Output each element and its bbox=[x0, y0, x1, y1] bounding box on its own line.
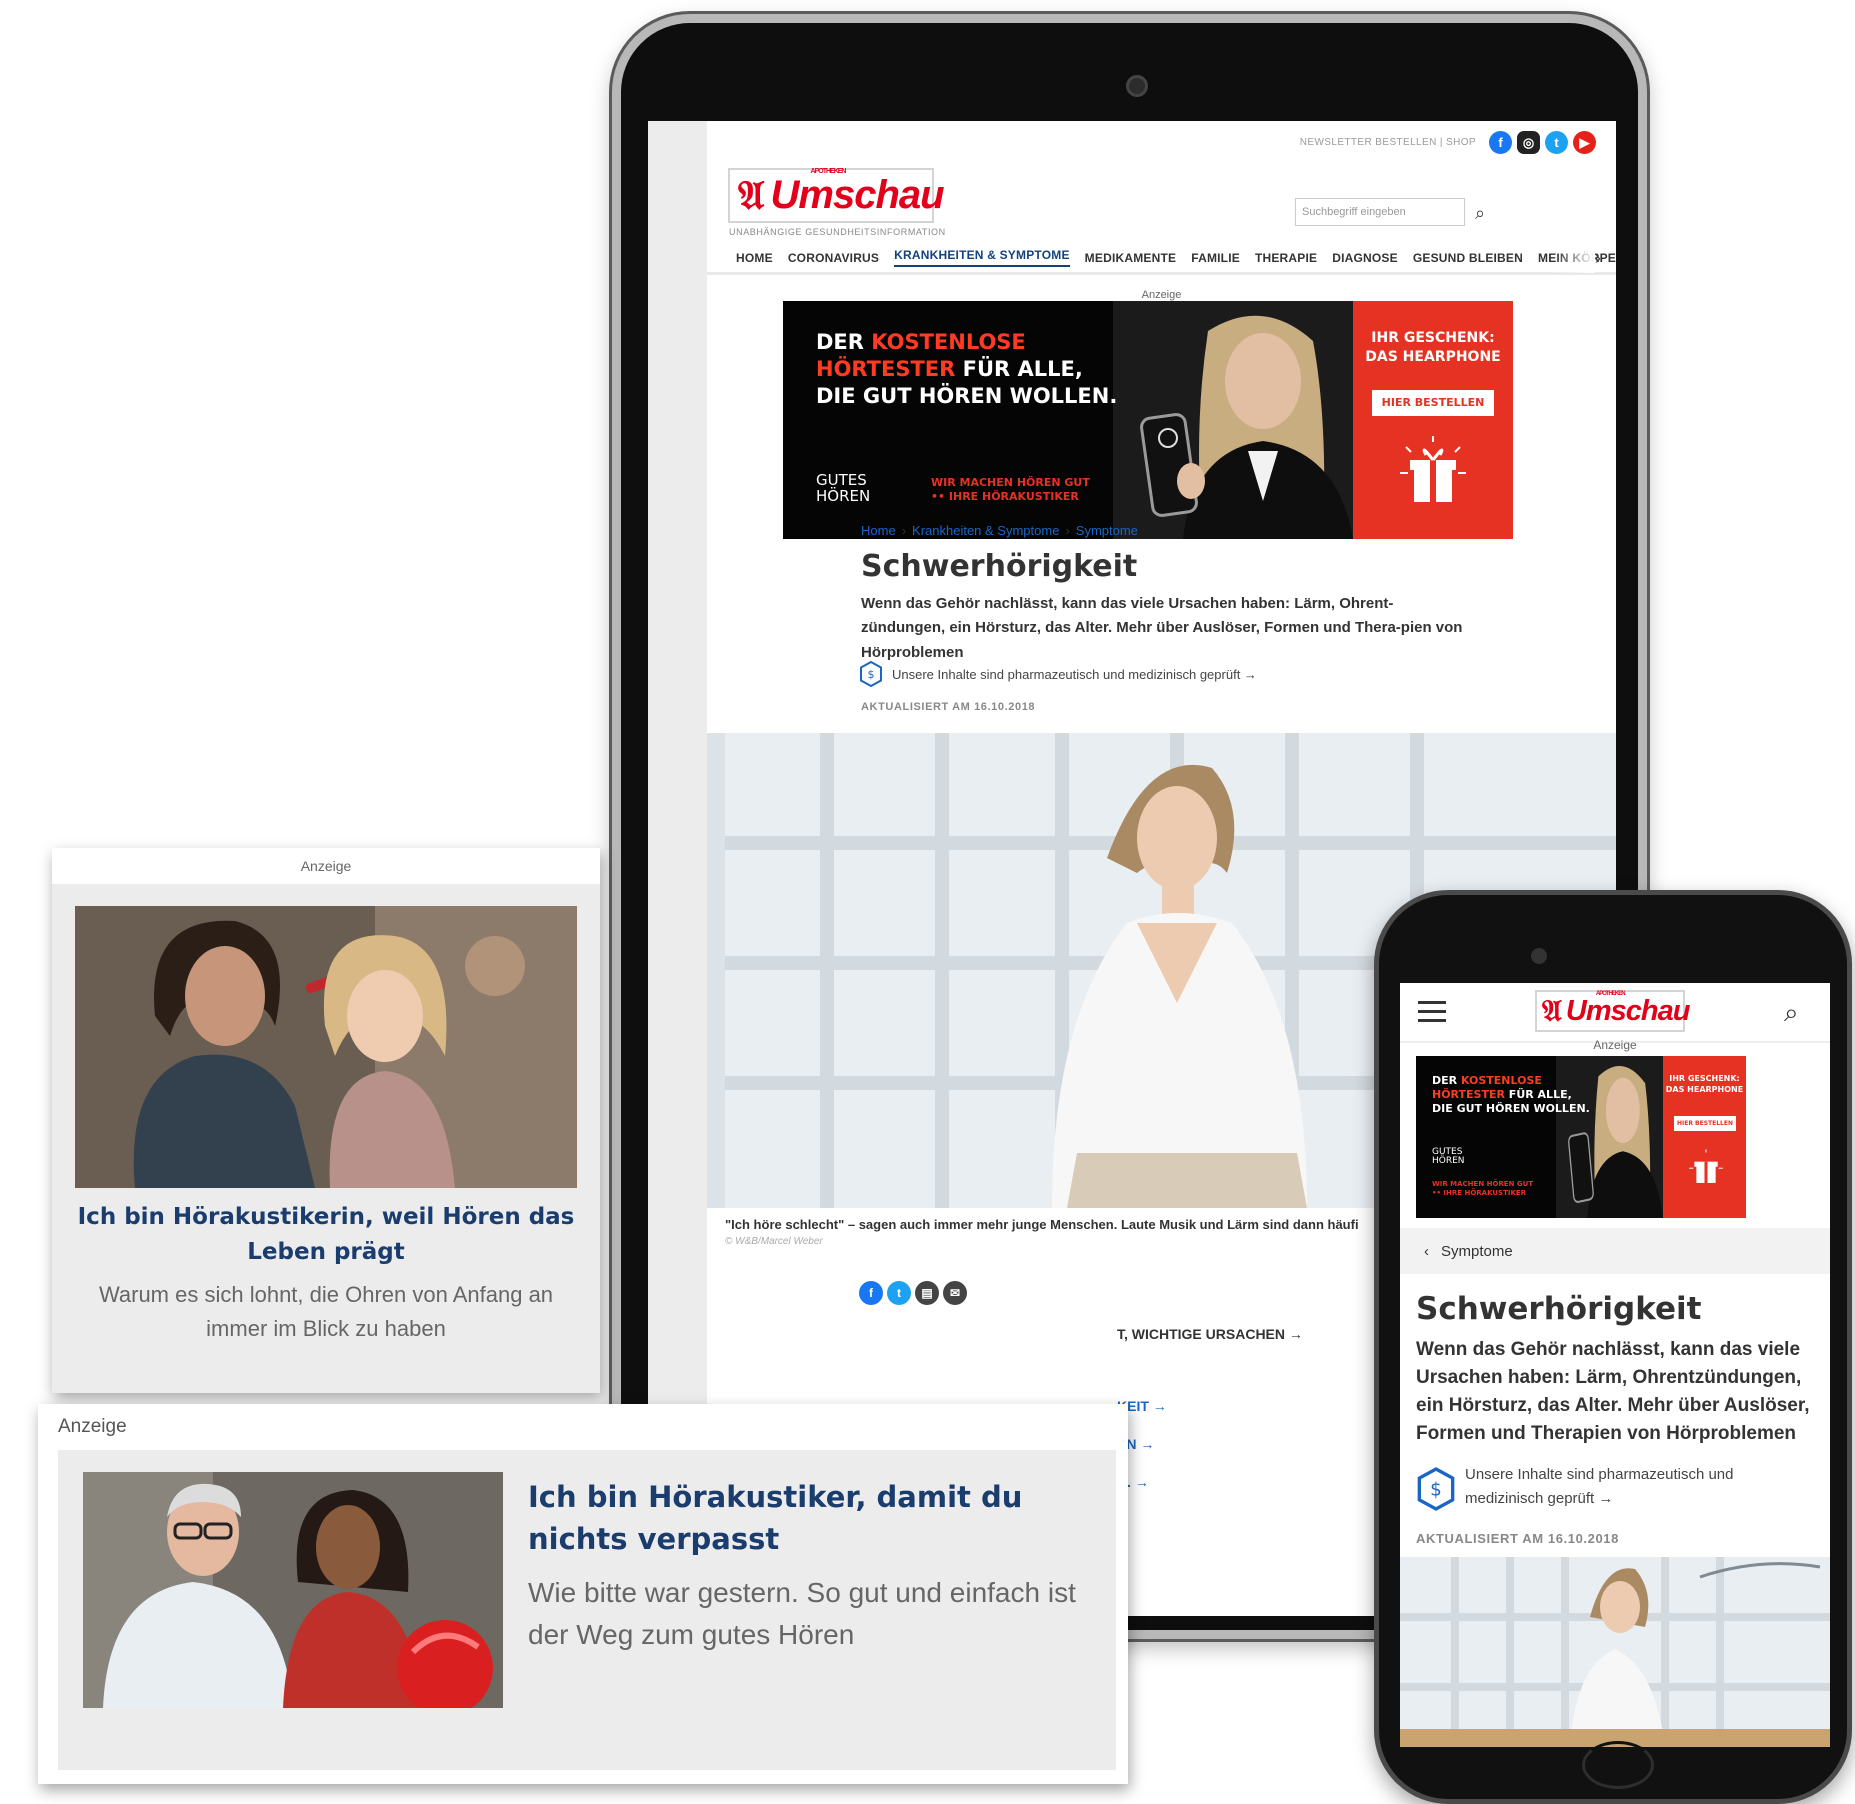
chevron-right-icon: › bbox=[901, 523, 907, 538]
back-link[interactable]: ‹ Symptome bbox=[1400, 1228, 1830, 1274]
woman-photo bbox=[1400, 1557, 1830, 1747]
nav-item-familie[interactable]: FAMILIE bbox=[1191, 251, 1240, 265]
quality-check-text: Unsere Inhalte sind pharmazeutisch und m… bbox=[1465, 1466, 1734, 1507]
ad-label: Anzeige bbox=[1593, 1038, 1637, 1052]
apotheken-a-icon: 𝔄 bbox=[1542, 993, 1562, 1029]
page-title: Schwerhörigkeit bbox=[1416, 1291, 1702, 1327]
main-nav: HOME CORONAVIRUS KRANKHEITEN & SYMPTOME … bbox=[707, 243, 1616, 275]
ad-label: Anzeige bbox=[300, 858, 352, 874]
top-bar: NEWSLETTER BESTELLEN | SHOP f ◎ t ▶ bbox=[1300, 131, 1596, 154]
instagram-icon[interactable]: ◎ bbox=[1517, 131, 1540, 154]
ad-card-header: Anzeige bbox=[52, 848, 600, 884]
hearing-ad-banner[interactable]: DER KOSTENLOSE HÖRTESTER FÜR ALLE, DIE G… bbox=[783, 301, 1513, 539]
facebook-icon[interactable]: f bbox=[1489, 131, 1512, 154]
quality-check-link[interactable]: $ Unsere Inhalte sind pharmazeutisch und… bbox=[859, 661, 1257, 687]
order-button[interactable]: HIER BESTELLEN bbox=[1372, 390, 1494, 416]
breadcrumb: Home › Krankheiten & Symptome › Symptome bbox=[861, 523, 1138, 538]
gift-icon bbox=[1400, 436, 1466, 502]
nav-item-coronavirus[interactable]: CORONAVIRUS bbox=[788, 251, 879, 265]
banner-gift-text: IHR GESCHENK: DAS HEARPHONE bbox=[1665, 1074, 1744, 1094]
banner-slogan: WIR MACHEN HÖREN GUT •• IHRE HÖRAKUSTIKER bbox=[931, 476, 1090, 503]
facebook-icon[interactable]: f bbox=[859, 1281, 883, 1305]
breadcrumb-home[interactable]: Home bbox=[861, 523, 896, 538]
search-icon[interactable]: ⌕ bbox=[1475, 203, 1485, 224]
tablet-camera bbox=[1126, 75, 1148, 97]
top-links[interactable]: NEWSLETTER BESTELLEN | SHOP bbox=[1300, 137, 1476, 148]
ad-card-title[interactable]: Ich bin Hörakustikerin, weil Hören das L… bbox=[72, 1200, 580, 1269]
search-icon[interactable]: ⌕ bbox=[1784, 997, 1799, 1029]
banner-person-image bbox=[1113, 301, 1353, 539]
article-lead: Wenn das Gehör nachlässt, kann das viele… bbox=[1416, 1339, 1810, 1445]
logo-name: Umschau bbox=[770, 173, 945, 217]
banner-gift-text: IHR GESCHENK: DAS HEARPHONE bbox=[1365, 330, 1501, 365]
home-button[interactable] bbox=[1582, 1741, 1654, 1789]
chevron-left-icon: ‹ bbox=[1424, 1242, 1429, 1260]
nav-item-krankheiten[interactable]: KRANKHEITEN & SYMPTOME bbox=[894, 248, 1070, 267]
nav-item-home[interactable]: HOME bbox=[736, 251, 773, 265]
updated-date: AKTUALISIERT AM 16.10.2018 bbox=[861, 701, 1036, 713]
nav-item-medikamente[interactable]: MEDIKAMENTE bbox=[1085, 251, 1177, 265]
share-bar: f t ▤ ✉ bbox=[859, 1281, 967, 1305]
image-credit: © W&B/Marcel Weber bbox=[725, 1236, 823, 1247]
twitter-icon[interactable]: t bbox=[887, 1281, 911, 1305]
ad-card-body: Ich bin Hörakustiker, damit du nichts ve… bbox=[58, 1450, 1116, 1770]
page-title: Schwerhörigkeit bbox=[861, 549, 1138, 584]
updated-date: AKTUALISIERT AM 16.10.2018 bbox=[1416, 1531, 1619, 1546]
search-input[interactable]: Suchbegriff eingeben bbox=[1295, 198, 1465, 226]
related-link-1[interactable]: T, WICHTIGE URSACHEN → bbox=[1117, 1326, 1303, 1342]
banner-headline: DER KOSTENLOSE HÖRTESTER FÜR ALLE, DIE G… bbox=[816, 330, 1118, 408]
youtube-icon[interactable]: ▶ bbox=[1573, 131, 1596, 154]
quality-check-link[interactable]: $ Unsere Inhalte sind pharmazeutisch und… bbox=[1416, 1463, 1816, 1511]
hero-image bbox=[1400, 1557, 1830, 1747]
ad-card-title[interactable]: Ich bin Hörakustiker, damit du nichts ve… bbox=[528, 1476, 1068, 1560]
quality-check-text: Unsere Inhalte sind pharmazeutisch und m… bbox=[892, 666, 1257, 682]
breadcrumb-symptome[interactable]: Symptome bbox=[1076, 523, 1138, 538]
chevron-right-icon: › bbox=[1065, 523, 1070, 538]
logo-name: Umschau bbox=[1565, 994, 1691, 1027]
menu-icon[interactable] bbox=[1418, 1001, 1446, 1028]
phone-camera bbox=[1531, 948, 1547, 964]
article-lead: Wenn das Gehör nachlässt, kann das viele… bbox=[861, 595, 1463, 661]
image-caption: "Ich höre schlecht" – sagen auch immer m… bbox=[725, 1217, 1359, 1232]
order-button[interactable]: HIER BESTELLEN bbox=[1674, 1116, 1736, 1131]
native-ad-card-1[interactable]: Anzeige Ich bin Hörakustikerin, weil Hör… bbox=[52, 848, 600, 1393]
nav-item-therapie[interactable]: THERAPIE bbox=[1255, 251, 1317, 265]
ad-image-mother-daughter bbox=[75, 906, 577, 1188]
native-ad-card-2[interactable]: Anzeige Ich bin Hörakustiker, damit du n… bbox=[38, 1404, 1128, 1784]
gutes-hoeren-logo: GUTES HÖREN bbox=[1432, 1147, 1465, 1167]
shield-check-icon: $ bbox=[860, 661, 882, 687]
ad-label: Anzeige bbox=[58, 1416, 127, 1437]
logo-tagline: UNABHÄNGIGE GESUNDHEITSINFORMATION bbox=[729, 227, 946, 237]
gutes-hoeren-logo: GUTES HÖREN bbox=[816, 471, 871, 505]
logo-small-text: APOTHEKEN bbox=[1595, 990, 1626, 997]
site-logo[interactable]: 𝔄 APOTHEKEN Umschau bbox=[728, 168, 945, 223]
ad-label: Anzeige bbox=[1141, 289, 1182, 301]
phone-screen: 𝔄 APOTHEKEN Umschau ⌕ Anzeige DER KOSTENL… bbox=[1400, 983, 1830, 1747]
back-link-label: Symptome bbox=[1441, 1242, 1513, 1260]
twitter-icon[interactable]: t bbox=[1545, 131, 1568, 154]
nav-item-diagnose[interactable]: DIAGNOSE bbox=[1332, 251, 1398, 265]
phone-device: 𝔄 APOTHEKEN Umschau ⌕ Anzeige DER KOSTENL… bbox=[1374, 890, 1852, 1804]
site-logo[interactable]: 𝔄 APOTHEKEN Umschau bbox=[1535, 990, 1690, 1032]
ad-card-text: Warum es sich lohnt, die Ohren von Anfan… bbox=[98, 1282, 554, 1342]
shield-check-icon: $ bbox=[1417, 1467, 1455, 1511]
banner-headline: DER KOSTENLOSE HÖRTESTER FÜR ALLE, DIE G… bbox=[1432, 1074, 1590, 1116]
logo-small-text: APOTHEKEN bbox=[810, 168, 847, 175]
nav-next-arrow-icon[interactable]: › bbox=[1595, 248, 1601, 269]
phone-header: 𝔄 APOTHEKEN Umschau ⌕ bbox=[1400, 983, 1830, 1043]
mail-icon[interactable]: ✉ bbox=[943, 1281, 967, 1305]
nav-item-gesund-bleiben[interactable]: GESUND BLEIBEN bbox=[1413, 251, 1523, 265]
hearing-ad-banner[interactable]: DER KOSTENLOSE HÖRTESTER FÜR ALLE, DIE G… bbox=[1416, 1056, 1746, 1218]
apotheken-a-icon: 𝔄 bbox=[738, 172, 765, 219]
print-icon[interactable]: ▤ bbox=[915, 1281, 939, 1305]
svg-text:$: $ bbox=[1430, 1480, 1442, 1501]
ad-card-text: Wie bitte war gestern. So gut und einfac… bbox=[528, 1577, 1076, 1650]
gift-icon bbox=[1689, 1149, 1723, 1183]
banner-slogan: WIR MACHEN HÖREN GUT •• IHRE HÖRAKUSTIKER bbox=[1432, 1180, 1534, 1197]
ad-image-acoustician bbox=[83, 1472, 503, 1708]
nav-fade bbox=[1555, 243, 1595, 273]
breadcrumb-krankheiten[interactable]: Krankheiten & Symptome bbox=[912, 523, 1059, 538]
svg-text:$: $ bbox=[868, 668, 875, 681]
